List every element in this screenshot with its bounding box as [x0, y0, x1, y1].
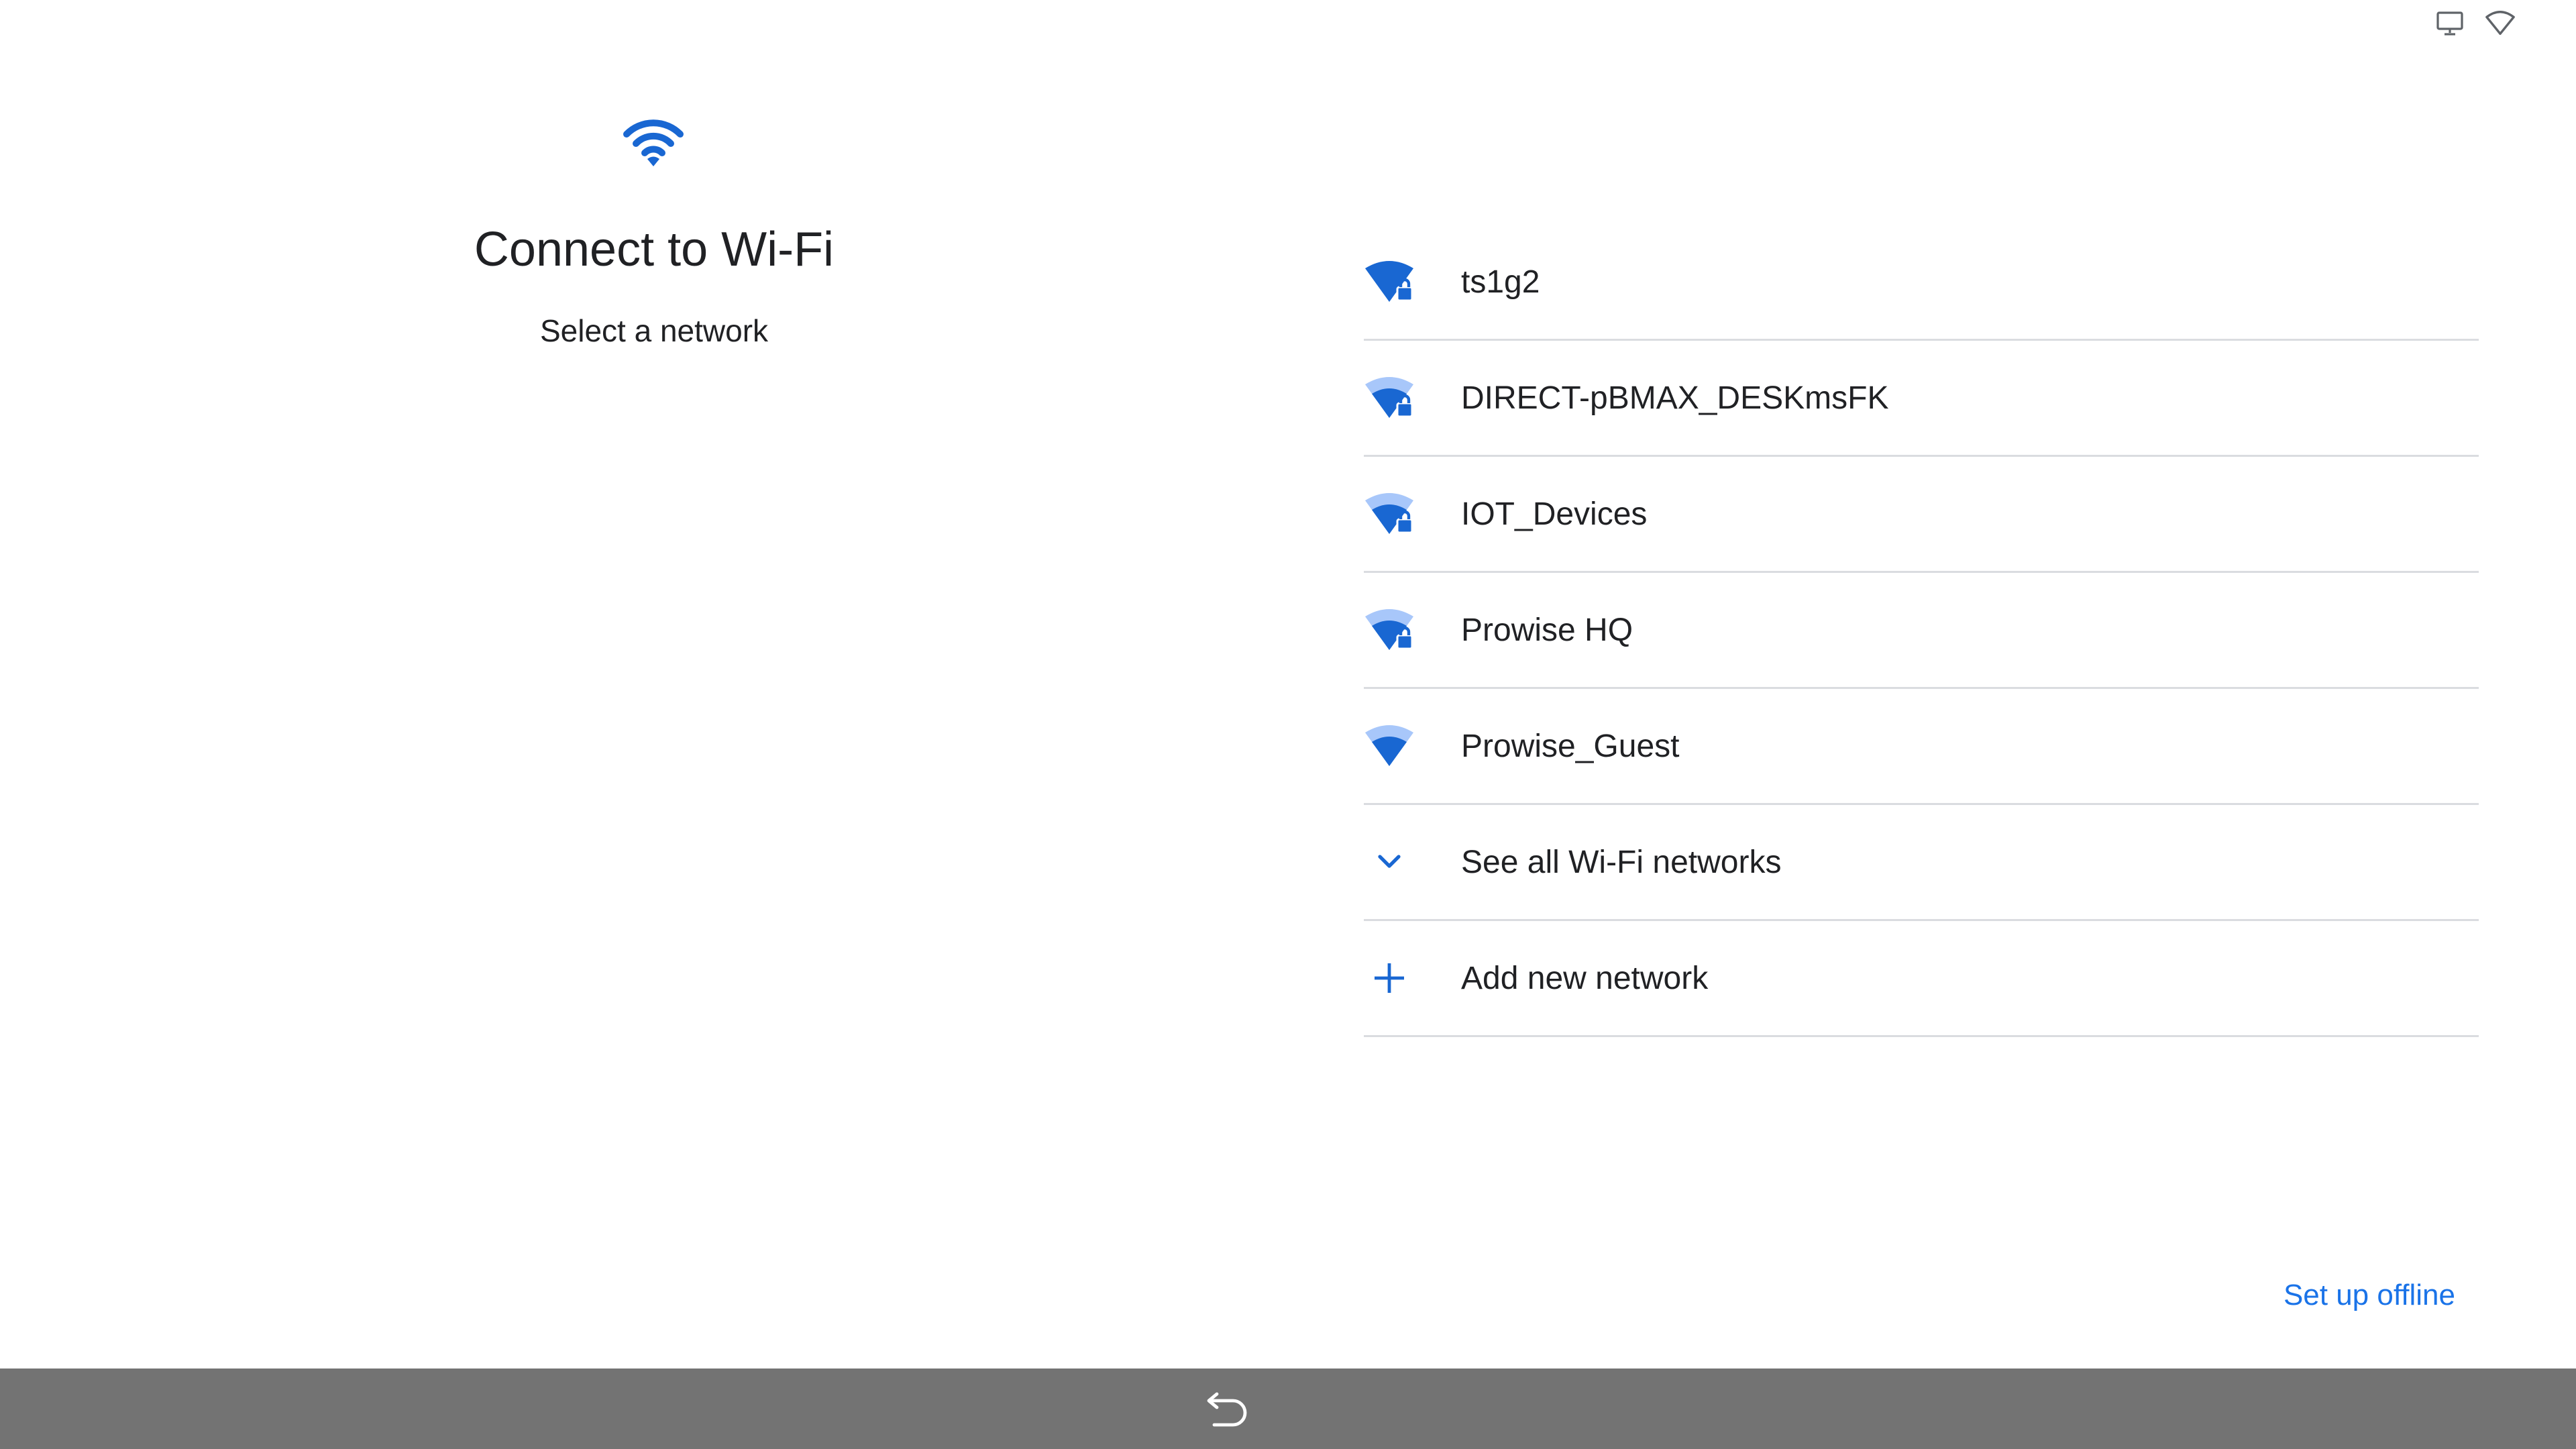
wifi-outline-icon — [2485, 10, 2516, 37]
page-title: Connect to Wi-Fi — [474, 223, 835, 276]
wifi-locked-icon — [1364, 372, 1415, 423]
network-item[interactable]: Prowise HQ — [1364, 573, 2479, 689]
network-item[interactable]: IOT_Devices — [1364, 457, 2479, 573]
back-button[interactable] — [1201, 1383, 1254, 1434]
navigation-bar — [0, 1368, 2576, 1449]
network-name: DIRECT-pBMAX_DESKmsFK — [1461, 380, 1889, 416]
network-list: ts1g2 DIRECT-pBMAX_DESKmsFK IOT_Devices … — [1364, 225, 2479, 1037]
wifi-icon — [1364, 720, 1415, 771]
cast-screen-icon — [2435, 10, 2465, 37]
network-item[interactable]: DIRECT-pBMAX_DESKmsFK — [1364, 341, 2479, 457]
add-network-label: Add new network — [1461, 960, 1709, 996]
network-name: Prowise_Guest — [1461, 728, 1680, 764]
network-item[interactable]: Prowise_Guest — [1364, 689, 2479, 805]
wifi-setup-screen: Connect to Wi-Fi Select a network ts1g2 — [0, 0, 2576, 1449]
status-bar — [2435, 0, 2576, 47]
wifi-locked-icon — [1364, 604, 1415, 655]
wifi-locked-icon — [1364, 488, 1415, 539]
see-all-networks-button[interactable]: See all Wi-Fi networks — [1364, 805, 2479, 921]
add-network-button[interactable]: Add new network — [1364, 921, 2479, 1037]
see-all-label: See all Wi-Fi networks — [1461, 844, 1782, 880]
back-arrow-icon — [1203, 1386, 1252, 1432]
network-name: Prowise HQ — [1461, 612, 1633, 648]
network-item[interactable]: ts1g2 — [1364, 225, 2479, 341]
network-name: IOT_Devices — [1461, 496, 1648, 532]
chevron-down-icon — [1364, 837, 1415, 888]
network-name: ts1g2 — [1461, 264, 1540, 300]
header-pane: Connect to Wi-Fi Select a network — [0, 0, 1308, 470]
set-up-offline-link[interactable]: Set up offline — [2284, 1279, 2455, 1312]
page-subtitle: Select a network — [539, 313, 769, 348]
plus-icon — [1364, 953, 1415, 1004]
wifi-icon — [621, 118, 686, 169]
wifi-locked-icon — [1364, 256, 1415, 307]
